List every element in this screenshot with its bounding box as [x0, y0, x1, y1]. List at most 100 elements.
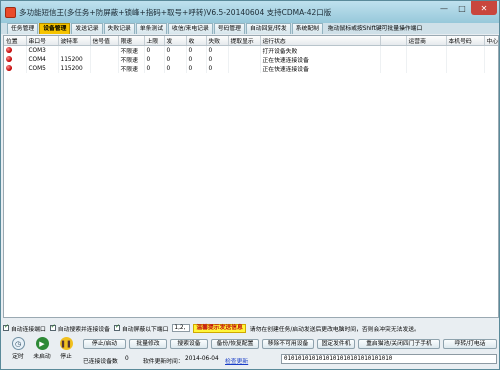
fixed-send-button[interactable]: 固定发件机	[317, 339, 355, 349]
time-notice: 请勿在创建任务/启动发送后更改电脑时间，否则会冲突无法发送。	[249, 326, 420, 333]
start-control[interactable]: ▶ 未启动	[31, 337, 53, 360]
cell-fail: 0	[206, 64, 229, 73]
tab-hint: 拖动鼠标或按Shift键可批量操作端口	[327, 26, 423, 32]
cell-status: 正在快速连接设备	[260, 64, 381, 73]
cell-extract	[228, 64, 261, 73]
cell-extract	[228, 45, 261, 55]
window-title: 多功能短信王(多任务+防屏蔽+锁峰+指码+取号+呼转)V6.5-20140604…	[19, 7, 332, 17]
bit-display-field: 0101010101010101010101010101010	[281, 354, 497, 364]
column-header[interactable]: 限速	[118, 36, 145, 46]
app-window: 多功能短信王(多任务+防屏蔽+锁峰+指码+取号+呼转)V6.5-20140604…	[0, 0, 500, 370]
cell-port: COM3	[26, 45, 59, 55]
update-date: 2014-06-04	[185, 356, 219, 362]
cell-limit: 不限速	[118, 64, 145, 73]
cell-port: COM4	[26, 55, 59, 64]
tab-send-records[interactable]: 发送记录	[71, 23, 103, 34]
cell-status: 正在快速连接设备	[260, 55, 381, 64]
cell-fail: 0	[206, 45, 229, 55]
cell-signal	[90, 55, 119, 64]
device-grid[interactable]: 位置 串口号 波特率 信号值 限速 上限 发 收 失败 提取显示 运行状态 运营…	[3, 35, 499, 318]
column-header[interactable]: 失败	[206, 36, 229, 46]
title-bar[interactable]: 多功能短信王(多任务+防屏蔽+锁峰+指码+取号+呼转)V6.5-20140604…	[1, 1, 499, 23]
batch-modify-button[interactable]: 批量修改	[129, 339, 167, 349]
auto-block-option[interactable]: 自动屏蔽以下端口	[113, 323, 169, 333]
maximize-button[interactable]: □	[453, 1, 471, 15]
tab-inbox-calls[interactable]: 收信/来电记录	[168, 23, 213, 34]
status-dot-icon	[6, 47, 12, 54]
cell-upper: 0	[144, 64, 165, 73]
cell-baud: 115200	[58, 55, 91, 64]
tab-task-management[interactable]: 任务管理	[7, 23, 39, 34]
column-header[interactable]: 收	[186, 36, 207, 46]
cell-upper: 0	[144, 55, 165, 64]
remove-unavailable-button[interactable]: 移除不可用设备	[262, 339, 314, 349]
device-table: 位置 串口号 波特率 信号值 限速 上限 发 收 失败 提取显示 运行状态 运营…	[4, 36, 498, 73]
restart-module-button[interactable]: 重启猫池/关闭四门子手机	[358, 339, 440, 349]
cell-baud: 115200	[58, 64, 91, 73]
table-row[interactable]: COM4 115200 不限速 0 0 0 0 正在快速连接设备	[4, 55, 498, 64]
cell-sent: 0	[164, 55, 187, 64]
auto-connect-label: 自动连接端口	[11, 326, 46, 333]
status-dot-icon	[6, 56, 12, 63]
column-header[interactable]: 运营商	[406, 36, 447, 46]
cell-limit: 不限速	[118, 45, 145, 55]
cell-status: 打开设备失败	[260, 45, 381, 55]
bottom-toolbar: ◷ 定时 ▶ 未启动 ❚❚ 停止 停止/启动 批量修改 搜索设备 备份/恢复配置…	[3, 337, 499, 369]
warning-banner: 温馨提示发送信息	[193, 323, 246, 333]
column-header[interactable]: 位置	[4, 36, 27, 46]
stop-control[interactable]: ❚❚ 停止	[55, 337, 77, 360]
column-header[interactable]: 运行状态	[260, 36, 381, 46]
cell-extract	[228, 55, 261, 64]
cell-signal	[90, 64, 119, 73]
cell-sent: 0	[164, 64, 187, 73]
auto-search-label: 自动搜索并连接设备	[57, 326, 110, 333]
connected-devices-label: 已连接设备数	[83, 359, 118, 365]
not-started-label: 未启动	[33, 354, 51, 360]
auto-connect-option[interactable]: 自动连接端口	[3, 323, 46, 333]
main-tabs: 任务管理 设备管理 发送记录 失败记录 单条测试 收信/来电记录 号码管理 自动…	[1, 23, 499, 34]
column-header[interactable]: 本机号码	[446, 36, 485, 46]
tab-system-config[interactable]: 系统配制	[291, 23, 323, 34]
auto-search-checkbox[interactable]	[49, 323, 56, 331]
cell-fail: 0	[206, 55, 229, 64]
column-header[interactable]: 信号值	[90, 36, 119, 46]
cell-sent: 0	[164, 45, 187, 55]
column-header[interactable]: 发	[164, 36, 187, 46]
column-header[interactable]	[380, 36, 407, 46]
column-header[interactable]: 上限	[144, 36, 165, 46]
column-header[interactable]: 中心号码	[484, 36, 498, 46]
table-header-row: 位置 串口号 波特率 信号值 限速 上限 发 收 失败 提取显示 运行状态 运营…	[4, 36, 498, 46]
auto-block-label: 自动屏蔽以下端口	[121, 326, 169, 333]
column-header[interactable]: 串口号	[26, 36, 59, 46]
column-header[interactable]: 提取显示	[228, 36, 261, 46]
check-update-link[interactable]: 检查更新	[225, 356, 248, 365]
minimize-button[interactable]: —	[435, 1, 453, 15]
timer-label: 定时	[12, 354, 24, 360]
stop-label: 停止	[60, 354, 72, 360]
auto-block-checkbox[interactable]	[113, 323, 120, 331]
tab-single-test[interactable]: 单条测试	[135, 23, 168, 34]
backup-restore-button[interactable]: 备份/恢复配置	[211, 339, 259, 349]
pause-icon: ❚❚	[59, 337, 73, 350]
tab-number-management[interactable]: 号码管理	[213, 23, 245, 34]
auto-connect-checkbox[interactable]	[3, 323, 9, 331]
app-logo-icon	[5, 6, 16, 18]
table-row[interactable]: COM5 115200 不限速 0 0 0 0 正在快速连接设备	[4, 64, 498, 73]
table-row[interactable]: COM3 不限速 0 0 0 0 打开设备失败	[4, 45, 498, 55]
clock-icon: ◷	[11, 337, 25, 350]
timer-control[interactable]: ◷ 定时	[7, 337, 29, 360]
call-forward-button[interactable]: 呼转/打电话	[443, 339, 497, 349]
tab-auto-reply[interactable]: 自动回复/转发	[245, 23, 291, 34]
cell-limit: 不限速	[118, 55, 145, 64]
tab-device-management[interactable]: 设备管理	[39, 23, 71, 34]
stop-start-button[interactable]: 停止/启动	[83, 339, 126, 349]
column-header[interactable]: 波特率	[58, 36, 91, 46]
update-time-label: 软件更新时间：	[143, 359, 184, 365]
search-device-button[interactable]: 搜索设备	[170, 339, 208, 349]
auto-search-option[interactable]: 自动搜索并连接设备	[49, 323, 110, 333]
connected-devices-count: 0	[125, 356, 129, 362]
close-button[interactable]: ✕	[471, 1, 497, 15]
cell-upper: 0	[144, 45, 165, 55]
block-ports-input[interactable]: 1,2,	[172, 324, 191, 332]
tab-failed-records[interactable]: 失败记录	[103, 23, 135, 34]
